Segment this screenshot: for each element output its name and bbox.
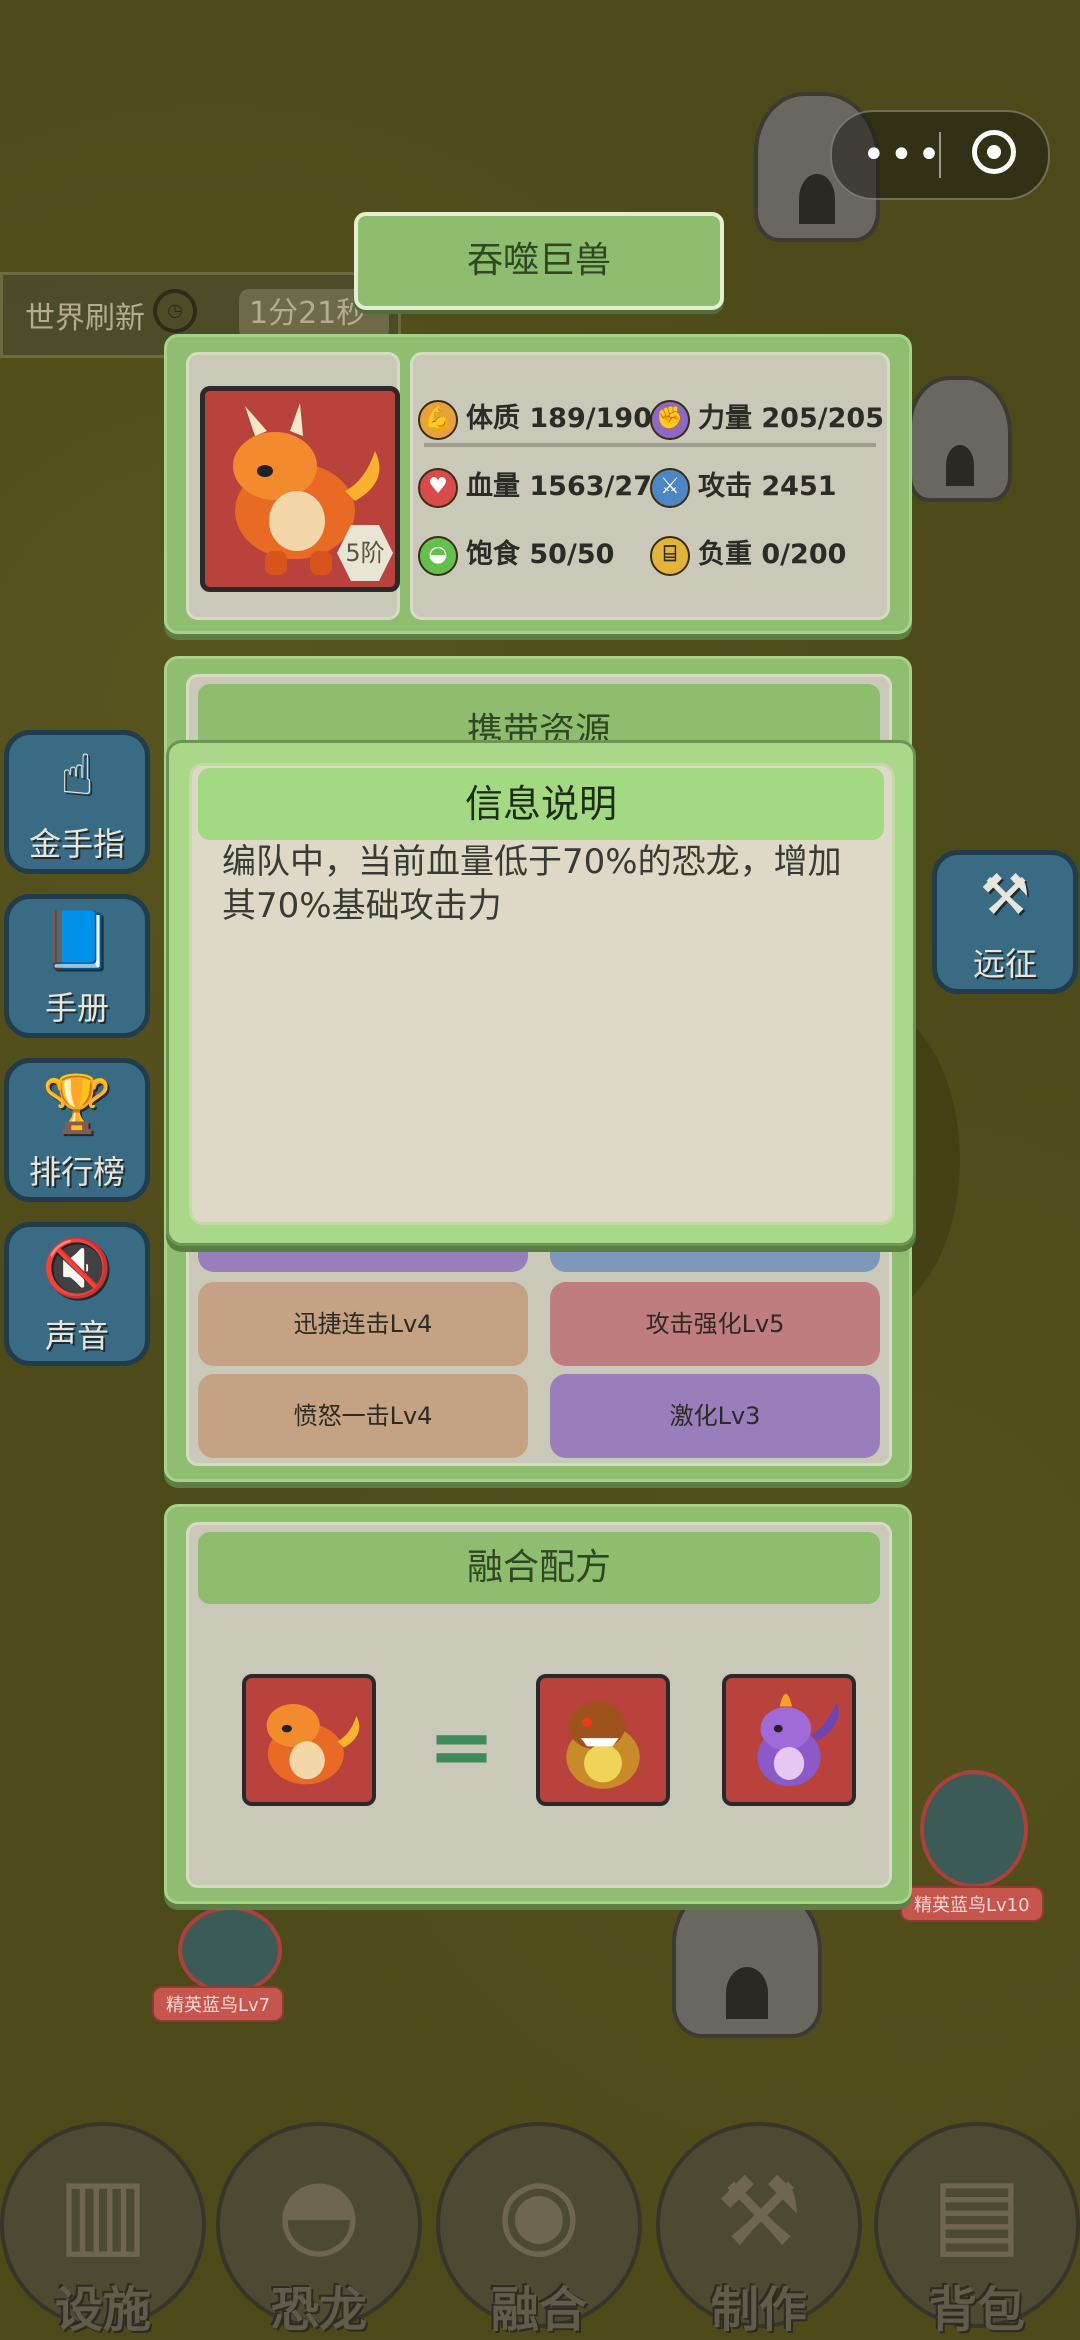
equals-sign: =	[428, 1700, 496, 1793]
dino-dome-icon: ◓	[277, 2156, 361, 2268]
stat-constitution-value: 体质 189/190	[466, 403, 652, 434]
nav-crafting-label: 制作	[710, 2282, 807, 2338]
stat-load: ⌸ 负重 0/200	[650, 532, 846, 576]
nav-backpack-label: 背包	[928, 2282, 1025, 2338]
fusion-ingredient-dino[interactable]	[722, 1674, 856, 1806]
creature-portrait: 5阶	[200, 386, 400, 592]
info-modal-title: 信息说明	[198, 768, 884, 840]
book-icon: 📘	[42, 908, 112, 973]
dumbbell-icon: ⌸	[650, 535, 690, 576]
pointing-hand-icon: ☝	[59, 743, 95, 808]
lava-dino-thumbnail	[566, 1701, 640, 1789]
hammer-icon: ⚒	[715, 2156, 803, 2268]
gold-finger-label: 金手指	[28, 825, 125, 863]
enemy-blue-bird[interactable]	[920, 1770, 1028, 1888]
fusion-ingredient-dino[interactable]	[536, 1674, 670, 1806]
stat-satiety: ◒ 饱食 50/50	[418, 532, 614, 576]
fusion-result-dino[interactable]	[242, 1674, 376, 1806]
leaderboard-button[interactable]: 🏆 排行榜	[4, 1058, 150, 1202]
skill-button[interactable]: 攻击强化Lv5	[550, 1282, 880, 1366]
sword-icon: ⚔	[650, 467, 690, 508]
handbook-button[interactable]: 📘 手册	[4, 894, 150, 1038]
purple-dragon-thumbnail	[757, 1693, 839, 1787]
expedition-button[interactable]: ⚒ 远征	[932, 850, 1078, 994]
sound-muted-icon: 🔇	[42, 1236, 112, 1301]
fusion-recipe-header: 融合配方	[198, 1532, 880, 1604]
close-miniprogram-button[interactable]	[972, 130, 1016, 174]
stat-load-value: 负重 0/200	[698, 539, 847, 570]
leaderboard-label: 排行榜	[28, 1153, 125, 1191]
backpack-icon: ▤	[931, 2156, 1023, 2268]
fire-dragon-thumbnail	[266, 1703, 360, 1785]
stat-strength: ✊ 力量 205/205	[650, 396, 884, 440]
sound-label: 声音	[44, 1317, 109, 1355]
rock-cave	[908, 376, 1012, 502]
skill-button[interactable]: 激化Lv3	[550, 1374, 880, 1458]
stat-constitution: 💪 体质 189/190	[418, 396, 652, 440]
enemy-level-tag: 精英蓝鸟Lv7	[152, 1986, 285, 2022]
stat-attack-value: 攻击 2451	[698, 471, 837, 502]
stat-strength-value: 力量 205/205	[698, 403, 884, 434]
nav-facilities-label: 设施	[54, 2282, 151, 2338]
stat-attack: ⚔ 攻击 2451	[650, 464, 837, 508]
creature-name: 吞噬巨兽	[354, 212, 724, 310]
enemy-blue-bird[interactable]	[178, 1906, 282, 1994]
fence-icon: ▥	[57, 2156, 149, 2268]
stats-divider	[424, 443, 876, 447]
stat-satiety-value: 饱食 50/50	[466, 539, 615, 570]
heart-icon: ♥	[418, 467, 458, 508]
food-bowl-icon: ◒	[418, 535, 458, 576]
expedition-label: 远征	[972, 945, 1037, 983]
gold-finger-button[interactable]: ☝ 金手指	[4, 730, 150, 874]
crossed-axes-icon: ⚒	[979, 863, 1031, 928]
muscle-icon: 💪	[418, 399, 458, 440]
stat-hp: ♥ 血量 1563/2740	[418, 464, 690, 508]
more-menu-button[interactable]: •••	[862, 135, 942, 175]
capsule-divider	[939, 132, 941, 178]
fist-icon: ✊	[650, 399, 690, 440]
handbook-label: 手册	[44, 989, 109, 1027]
world-refresh-label: 世界刷新	[25, 301, 145, 336]
trophy-icon: 🏆	[42, 1072, 112, 1137]
info-modal-description: 编队中，当前血量低于70%的恐龙，增加其70%基础攻击力	[222, 842, 842, 926]
skill-button[interactable]: 愤怒一击Lv4	[198, 1374, 528, 1458]
fusion-icon: ◉	[497, 2156, 581, 2268]
nav-fusion-label: 融合	[490, 2282, 587, 2338]
miniprogram-capsule: •••	[830, 110, 1050, 200]
stopwatch-icon: ◷	[153, 289, 197, 333]
enemy-level-tag: 精英蓝鸟Lv10	[900, 1886, 1044, 1922]
nav-dinosaurs-label: 恐龙	[270, 2282, 367, 2338]
skill-button[interactable]: 迅捷连击Lv4	[198, 1282, 528, 1366]
sound-button[interactable]: 🔇 声音	[4, 1222, 150, 1366]
